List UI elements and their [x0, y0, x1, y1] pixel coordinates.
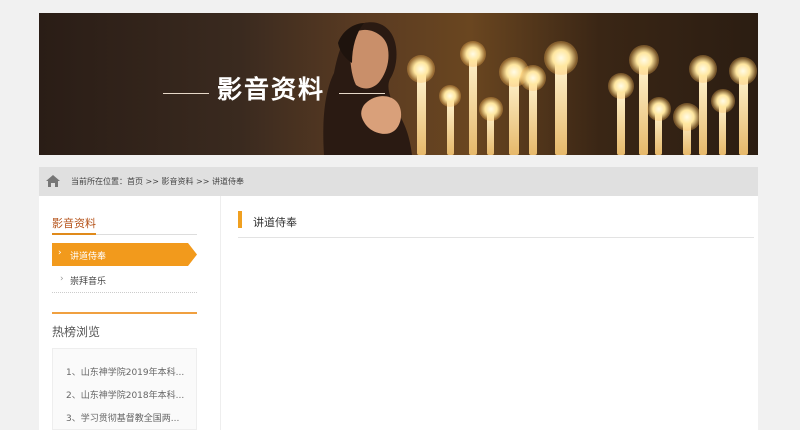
- hot-list: 1、山东神学院2019年本科... 2、山东神学院2018年本科... 3、学习…: [52, 348, 197, 430]
- chevron-right-icon: ›: [58, 248, 62, 258]
- home-icon[interactable]: [45, 174, 61, 188]
- breadcrumb: 当前所在位置：首页 >> 影音资料 >> 讲道侍奉: [39, 167, 758, 196]
- hot-list-item[interactable]: 2、山东神学院2018年本科...: [66, 388, 184, 401]
- sidebar-item-label: 崇拜音乐: [70, 277, 107, 287]
- sidebar-item-sermon[interactable]: › 讲道侍奉: [52, 243, 197, 266]
- hot-list-item[interactable]: 3、学习贯彻基督教全国两...: [66, 411, 179, 424]
- hot-list-title: 热榜浏览: [52, 325, 101, 339]
- banner-title: 影音资料: [217, 75, 326, 104]
- main-title-accent-bar: [238, 211, 242, 228]
- sidebar-item-worship-music[interactable]: › 崇拜音乐: [52, 267, 197, 293]
- banner-title-line-left: [163, 93, 209, 94]
- chevron-right-icon: ›: [60, 274, 64, 284]
- sidebar-item-label: 讲道侍奉: [70, 252, 107, 262]
- banner-title-line-right: [339, 93, 385, 94]
- sidebar-divider: [52, 312, 197, 314]
- hot-list-item[interactable]: 1、山东神学院2019年本科...: [66, 365, 184, 378]
- main-title-divider: [238, 237, 754, 238]
- breadcrumb-label: 当前所在位置：首页 >> 影音资料 >> 讲道侍奉: [71, 177, 244, 186]
- page-title: 讲道侍奉: [253, 216, 297, 229]
- sidebar-title: 影音资料: [52, 217, 96, 230]
- column-separator: [220, 196, 221, 430]
- banner: 影音资料: [39, 13, 758, 155]
- sidebar-title-accent: [52, 233, 96, 235]
